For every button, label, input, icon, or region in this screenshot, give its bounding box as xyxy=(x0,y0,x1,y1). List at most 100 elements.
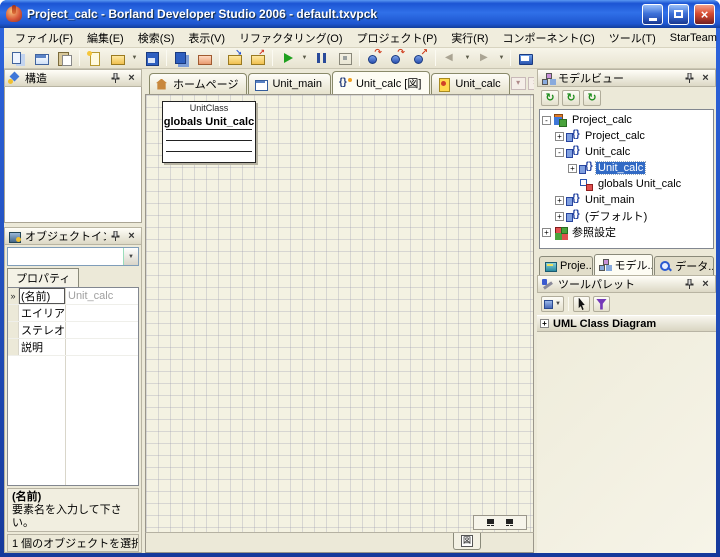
diagram-canvas[interactable]: UnitClass globals Unit_calc xyxy=(145,94,534,532)
titlebar[interactable]: Project_calc - Borland Developer Studio … xyxy=(0,0,720,28)
plus-expander[interactable]: + xyxy=(542,227,551,237)
sync-in-button[interactable]: ↻ xyxy=(562,90,580,106)
tab-scroll-button[interactable]: ▾ xyxy=(510,76,526,90)
diagram-page-tab[interactable]: 図 xyxy=(453,533,481,550)
property-label[interactable]: (名前) xyxy=(19,288,65,304)
chevron-down-icon[interactable]: ▼ xyxy=(123,248,138,265)
editor-tab[interactable]: ホームページ xyxy=(149,73,248,94)
tree-item[interactable]: globals Unit_calc xyxy=(540,176,713,192)
paste-button[interactable] xyxy=(53,49,76,68)
model-tree[interactable]: - Project_calc + Project_calc - Unit_calc + Uni… xyxy=(539,109,714,249)
dock-tab[interactable]: データ... xyxy=(654,256,714,275)
close-panel-icon[interactable]: × xyxy=(125,230,138,243)
property-label[interactable]: エイリア xyxy=(19,305,65,321)
run-dropdown-button[interactable]: ▼ xyxy=(299,49,310,68)
dock-tab[interactable]: Proje... xyxy=(539,256,593,275)
property-row[interactable]: ステレオ xyxy=(8,322,138,339)
pan-button[interactable] xyxy=(506,518,513,524)
close-button[interactable]: × xyxy=(694,3,715,25)
forward-dropdown-button[interactable]: ▼ xyxy=(496,49,507,68)
property-grid[interactable]: » (名前) Unit_calc エイリア ステレオ 説明 xyxy=(7,287,139,486)
property-row[interactable]: 説明 xyxy=(8,339,138,356)
object-inspector-header[interactable]: オブジェクトインスペ... × xyxy=(4,227,142,245)
tab-properties[interactable]: プロパティ xyxy=(7,268,80,287)
run-until-return-button[interactable] xyxy=(409,47,432,68)
editor-tab[interactable]: Unit_calc xyxy=(431,73,510,94)
plus-expander[interactable]: + xyxy=(540,319,549,328)
tool-palette-header[interactable]: ツールパレット × xyxy=(537,275,716,293)
new-file-button[interactable] xyxy=(83,49,106,68)
tree-item[interactable]: + Unit_calc xyxy=(540,160,713,176)
save-all-button[interactable] xyxy=(170,49,193,68)
overview-button[interactable] xyxy=(487,518,494,524)
property-label[interactable]: ステレオ xyxy=(19,322,65,338)
trace-into-button[interactable] xyxy=(363,47,386,68)
editor-tab[interactable]: Unit_calc [図] xyxy=(331,71,431,94)
property-row[interactable]: エイリア xyxy=(8,305,138,322)
dock-tab[interactable]: モデル... xyxy=(593,254,654,275)
menu-item[interactable]: StarTeam xyxy=(663,30,720,46)
menu-item[interactable]: コンポーネント(C) xyxy=(495,28,601,48)
plus-expander[interactable]: + xyxy=(568,163,577,173)
minus-expander[interactable]: - xyxy=(555,147,564,157)
help-book-button[interactable] xyxy=(514,49,537,68)
open-file-button[interactable] xyxy=(106,49,129,68)
tree-item[interactable]: + (デフォルト) xyxy=(540,208,713,224)
close-file-button[interactable] xyxy=(193,49,216,68)
menu-item[interactable]: ツール(T) xyxy=(602,28,663,48)
run-button[interactable] xyxy=(276,49,299,68)
open-window-button[interactable] xyxy=(30,49,53,68)
maximize-button[interactable] xyxy=(668,3,689,25)
object-selector-combo[interactable]: ▼ xyxy=(7,247,139,266)
uml-class-node[interactable]: UnitClass globals Unit_calc xyxy=(162,101,256,163)
tree-item[interactable]: - Unit_calc xyxy=(540,144,713,160)
minimize-button[interactable] xyxy=(642,3,663,25)
back-dropdown-button[interactable]: ▼ xyxy=(462,49,473,68)
model-view-header[interactable]: モデルビュー × xyxy=(537,69,716,87)
back-button[interactable] xyxy=(439,49,462,68)
menu-item[interactable]: リファクタリング(O) xyxy=(232,28,349,48)
editor-tab[interactable]: Unit_main xyxy=(248,73,331,94)
menu-item[interactable]: プロジェクト(P) xyxy=(350,28,445,48)
pin-icon[interactable] xyxy=(683,278,696,291)
property-label[interactable]: 説明 xyxy=(19,339,65,355)
plus-expander[interactable]: + xyxy=(555,131,564,141)
open-file-dropdown-button[interactable]: ▼ xyxy=(129,49,140,68)
minus-expander[interactable]: - xyxy=(542,115,551,125)
tree-item[interactable]: - Project_calc xyxy=(540,112,713,128)
forward-button[interactable] xyxy=(473,49,496,68)
tree-item[interactable]: + 参照設定 xyxy=(540,224,713,240)
stop-frame-button[interactable] xyxy=(333,49,356,68)
select-cursor-button[interactable] xyxy=(572,296,590,312)
step-over-button[interactable] xyxy=(386,47,409,68)
property-row[interactable]: » (名前) Unit_calc xyxy=(8,288,138,305)
close-panel-icon[interactable]: × xyxy=(699,278,712,291)
sync-out-button[interactable]: ↻ xyxy=(583,90,601,106)
new-items-button[interactable] xyxy=(7,49,30,68)
tree-item[interactable]: + Unit_main xyxy=(540,192,713,208)
refresh-button[interactable]: ↻ xyxy=(541,90,559,106)
filter-button[interactable] xyxy=(592,296,610,312)
menu-item[interactable]: 編集(E) xyxy=(80,28,131,48)
close-panel-icon[interactable]: × xyxy=(125,72,138,85)
menu-item[interactable]: 表示(V) xyxy=(181,28,232,48)
palette-options-button[interactable]: ▼ xyxy=(541,296,564,312)
property-value[interactable]: Unit_calc xyxy=(65,290,138,302)
pin-icon[interactable] xyxy=(683,72,696,85)
close-panel-icon[interactable]: × xyxy=(699,72,712,85)
palette-category-uml-class-diagram[interactable]: + UML Class Diagram xyxy=(537,315,716,332)
menu-item[interactable]: ファイル(F) xyxy=(8,28,80,48)
structure-tree-area[interactable] xyxy=(4,87,142,223)
pin-icon[interactable] xyxy=(109,230,122,243)
structure-panel-header[interactable]: 構造 × xyxy=(4,69,142,87)
plus-expander[interactable]: + xyxy=(555,195,564,205)
pin-icon[interactable] xyxy=(109,72,122,85)
tree-item[interactable]: + Project_calc xyxy=(540,128,713,144)
pause-button[interactable] xyxy=(310,49,333,68)
menu-item[interactable]: 実行(R) xyxy=(444,28,495,48)
plus-expander[interactable]: + xyxy=(555,211,564,221)
remove-file-button[interactable] xyxy=(246,48,269,68)
save-button[interactable] xyxy=(140,49,163,68)
add-file-button[interactable] xyxy=(223,48,246,68)
menu-item[interactable]: 検索(S) xyxy=(131,28,182,48)
